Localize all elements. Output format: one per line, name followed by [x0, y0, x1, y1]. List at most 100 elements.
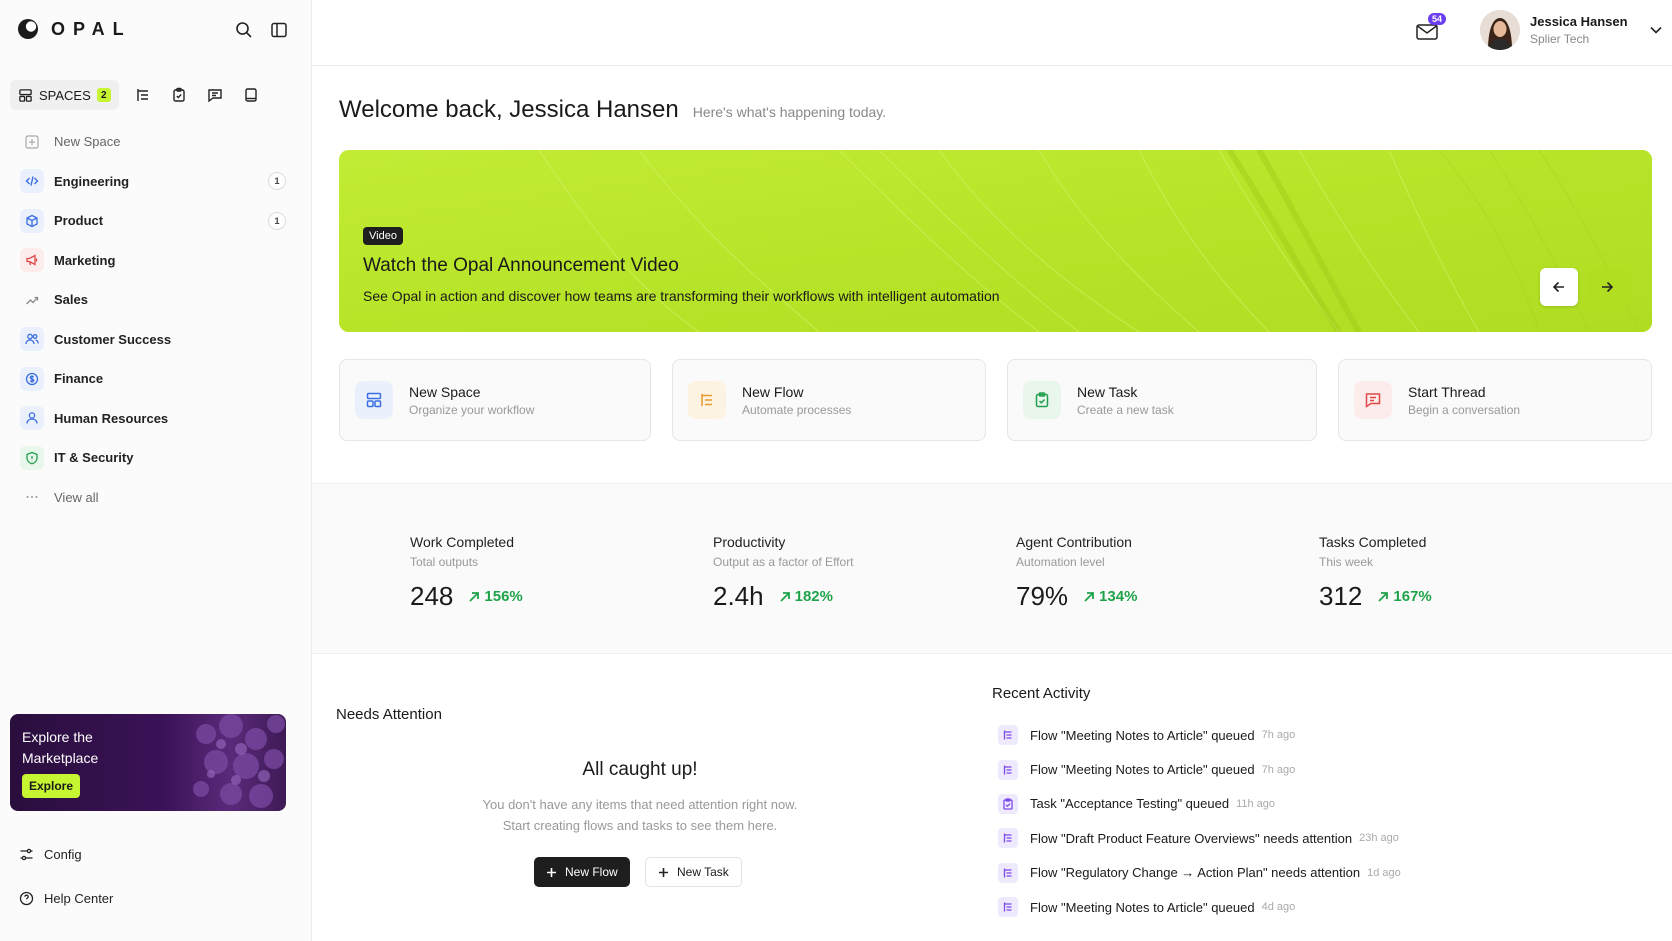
clipboard-icon — [171, 87, 187, 103]
activity-time: 7h ago — [1261, 729, 1296, 742]
sidebar-item-marketing[interactable]: Marketing — [14, 241, 294, 281]
plus-square-icon — [20, 130, 44, 154]
tab-threads[interactable] — [197, 80, 233, 110]
sidebar-item-customer-success[interactable]: Customer Success — [14, 320, 294, 360]
tab-tasks[interactable] — [161, 80, 197, 110]
plus-icon — [658, 867, 669, 878]
welcome-header: Welcome back, Jessica Hansen Here's what… — [339, 96, 886, 124]
tab-flows[interactable] — [125, 80, 161, 110]
stat-title: Tasks Completed — [1319, 534, 1427, 550]
activity-text: Flow "Meeting Notes to Article" queued — [1030, 762, 1255, 778]
activity-time: 1d ago — [1367, 866, 1401, 879]
sidebar-panel-icon — [270, 21, 288, 39]
announcement-banner[interactable]: Video Watch the Opal Announcement Video … — [339, 150, 1652, 332]
sidebar-item-it-security[interactable]: IT & Security — [14, 438, 294, 478]
view-all-link[interactable]: View all — [14, 478, 294, 518]
space-list: New Space Engineering 1 Product 1 Market… — [14, 122, 294, 517]
card-title: New Space — [409, 383, 481, 400]
activity-text: Flow "Draft Product Feature Overviews" n… — [1030, 830, 1353, 846]
inbox-button[interactable]: 54 — [1414, 13, 1447, 45]
flow-icon — [135, 87, 151, 103]
sidebar-item-label: IT & Security — [54, 450, 134, 466]
plus-icon — [546, 867, 557, 878]
carousel-next-button[interactable] — [1588, 268, 1626, 306]
count-badge: 1 — [268, 211, 286, 230]
trend-up-icon — [467, 590, 481, 604]
list-item[interactable]: Task "Acceptance Testing" queued 11h ago — [998, 787, 1638, 821]
banner-texture-image — [339, 150, 1652, 332]
activity-text: Flow "Regulatory Change → Action Plan" n… — [1030, 865, 1361, 881]
stat-subtitle: This week — [1319, 555, 1374, 569]
stat-delta: 182% — [778, 588, 833, 605]
card-subtitle: Automate processes — [742, 402, 852, 417]
trend-up-icon — [778, 590, 792, 604]
video-tag: Video — [363, 227, 403, 245]
new-task-button[interactable]: New Task — [645, 857, 742, 887]
new-flow-button[interactable]: New Flow — [534, 857, 630, 887]
list-item[interactable]: Flow "Draft Product Feature Overviews" n… — [998, 821, 1638, 855]
sidebar-item-label: Marketing — [54, 252, 116, 268]
list-item[interactable]: Flow "Meeting Notes to Article" queued 7… — [998, 718, 1638, 752]
trend-up-icon — [1376, 590, 1390, 604]
stat-productivity: Productivity Output as a factor of Effor… — [713, 534, 854, 612]
activity-time: 11h ago — [1236, 797, 1276, 810]
stat-delta: 156% — [467, 588, 523, 605]
clipboard-icon — [998, 793, 1018, 814]
spaces-count-badge: 2 — [96, 88, 111, 102]
cube-icon — [20, 208, 44, 233]
marketplace-promo: Explore the Marketplace Explore — [10, 714, 286, 811]
new-space-button[interactable]: New Space — [14, 122, 294, 162]
sidebar-item-label: Engineering — [54, 173, 130, 189]
sliders-icon — [19, 847, 34, 862]
stat-delta-value: 156% — [484, 588, 523, 605]
stat-value: 248 — [410, 581, 454, 611]
search-button[interactable] — [231, 17, 257, 43]
user-menu[interactable]: Jessica Hansen Splier Tech — [1480, 10, 1662, 50]
sidebar-item-finance[interactable]: Finance — [14, 359, 294, 399]
brand[interactable]: OPAL — [17, 18, 132, 40]
sidebar-item-human-resources[interactable]: Human Resources — [14, 399, 294, 439]
sidebar-item-sales[interactable]: Sales — [14, 280, 294, 320]
carousel-prev-button[interactable] — [1540, 268, 1578, 306]
user-org: Splier Tech — [1530, 32, 1590, 46]
sidebar-item-label: Human Resources — [54, 410, 169, 426]
stat-delta: 134% — [1082, 588, 1137, 605]
list-item[interactable]: Flow "Regulatory Change → Action Plan" n… — [998, 856, 1638, 890]
stat-delta-value: 182% — [794, 588, 833, 605]
toggle-sidebar-button[interactable] — [266, 17, 292, 43]
sidebar: OPAL SPACES 2 New Space Engineering 1 Pr… — [0, 0, 312, 941]
help-center-link[interactable]: Help Center — [19, 891, 113, 906]
stat-value: 79% — [1016, 581, 1069, 611]
card-subtitle: Begin a conversation — [1408, 402, 1521, 417]
card-subtitle: Organize your workflow — [409, 402, 535, 417]
tab-spaces[interactable]: SPACES 2 — [10, 80, 119, 110]
trending-up-icon — [20, 288, 44, 312]
trend-up-icon — [1082, 590, 1096, 604]
tab-spaces-label: SPACES — [39, 87, 91, 103]
start-thread-card[interactable]: Start Thread Begin a conversation — [1338, 359, 1652, 441]
tab-library[interactable] — [233, 80, 269, 110]
activity-time: 4d ago — [1261, 901, 1296, 914]
message-icon — [1354, 381, 1392, 419]
card-title: Start Thread — [1408, 383, 1486, 400]
new-flow-card[interactable]: New Flow Automate processes — [672, 359, 986, 441]
sidebar-item-engineering[interactable]: Engineering 1 — [14, 162, 294, 202]
explore-button[interactable]: Explore — [22, 774, 81, 798]
stat-agent-contribution: Agent Contribution Automation level 79% … — [1016, 534, 1137, 612]
recent-activity-title: Recent Activity — [992, 685, 1091, 702]
help-circle-icon — [19, 891, 34, 906]
new-space-card[interactable]: New Space Organize your workflow — [339, 359, 651, 441]
stat-subtitle: Total outputs — [410, 555, 479, 569]
code-icon — [20, 169, 44, 194]
list-item[interactable]: Flow "Meeting Notes to Article" queued 4… — [998, 890, 1638, 924]
count-badge: 1 — [268, 172, 286, 191]
empty-state-description: You don't have any items that need atten… — [482, 797, 798, 833]
banner-title: Watch the Opal Announcement Video — [363, 255, 679, 276]
sidebar-item-product[interactable]: Product 1 — [14, 201, 294, 241]
config-link[interactable]: Config — [19, 847, 82, 862]
stat-delta-value: 167% — [1393, 588, 1432, 605]
card-title: New Task — [1077, 383, 1138, 400]
new-task-card[interactable]: New Task Create a new task — [1007, 359, 1317, 441]
stat-subtitle: Automation level — [1016, 555, 1105, 569]
list-item[interactable]: Flow "Meeting Notes to Article" queued 7… — [998, 752, 1638, 786]
